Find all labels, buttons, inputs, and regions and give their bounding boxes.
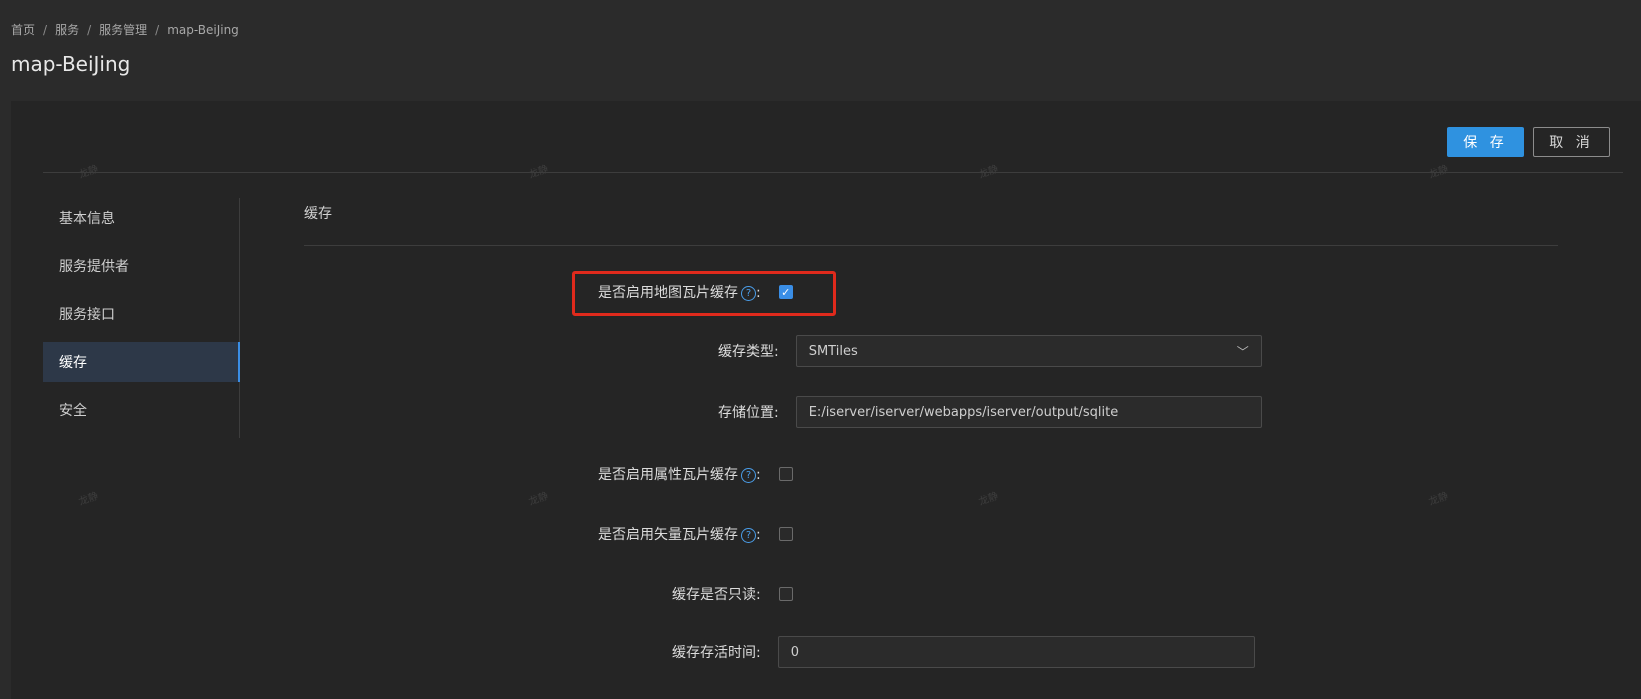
breadcrumb-separator: / bbox=[87, 22, 92, 37]
breadcrumb: 首页 / 服务 / 服务管理 / map-BeiJing bbox=[11, 21, 239, 38]
form-row-cache-type: 缓存类型: SMTiles ﹀ bbox=[718, 335, 1262, 367]
cache-ttl-label: 缓存存活时间: bbox=[672, 645, 761, 661]
section-divider bbox=[304, 245, 1558, 246]
sidebar-item-service-provider[interactable]: 服务提供者 bbox=[43, 246, 239, 286]
breadcrumb-services[interactable]: 服务 bbox=[55, 21, 79, 38]
save-button[interactable]: 保 存 bbox=[1447, 127, 1524, 157]
sidebar-item-security[interactable]: 安全 bbox=[43, 390, 239, 430]
cache-type-select[interactable]: SMTiles ﹀ bbox=[795, 335, 1262, 367]
form-row-vector-tile-cache: 是否启用矢量瓦片缓存?: bbox=[598, 524, 793, 544]
storage-location-input[interactable]: E:/iserver/iserver/webapps/iserver/outpu… bbox=[795, 396, 1262, 428]
sidebar-item-service-interface[interactable]: 服务接口 bbox=[43, 294, 239, 334]
cancel-button[interactable]: 取 消 bbox=[1533, 127, 1610, 157]
section-title: 缓存 bbox=[304, 206, 332, 222]
cache-readonly-checkbox[interactable] bbox=[778, 587, 793, 601]
vector-tile-cache-checkbox[interactable] bbox=[778, 527, 793, 541]
divider bbox=[43, 172, 1623, 173]
sidebar-item-basic-info[interactable]: 基本信息 bbox=[43, 198, 239, 238]
vector-tile-cache-label: 是否启用矢量瓦片缓存?: bbox=[598, 527, 761, 543]
question-circle-icon[interactable]: ? bbox=[741, 527, 756, 543]
chevron-down-icon: ﹀ bbox=[1236, 345, 1249, 359]
cache-type-label: 缓存类型: bbox=[718, 344, 779, 360]
breadcrumb-service-management[interactable]: 服务管理 bbox=[99, 21, 147, 38]
form-row-attribute-tile-cache: 是否启用属性瓦片缓存?: bbox=[598, 464, 793, 484]
cache-ttl-input[interactable]: 0 bbox=[777, 636, 1255, 668]
breadcrumb-home[interactable]: 首页 bbox=[11, 21, 35, 38]
form-row-cache-readonly: 缓存是否只读: bbox=[672, 584, 793, 604]
storage-location-label: 存储位置: bbox=[718, 405, 779, 421]
highlight-annotation bbox=[572, 271, 836, 316]
sidebar: 基本信息 服务提供者 服务接口 缓存 安全 bbox=[43, 198, 240, 438]
page-title: map-BeiJing bbox=[11, 52, 131, 76]
breadcrumb-current: map-BeiJing bbox=[167, 22, 239, 37]
breadcrumb-separator: / bbox=[43, 22, 48, 37]
attribute-tile-cache-checkbox[interactable] bbox=[778, 467, 793, 481]
cache-readonly-label: 缓存是否只读: bbox=[672, 587, 761, 603]
form-row-storage-location: 存储位置: E:/iserver/iserver/webapps/iserver… bbox=[718, 396, 1262, 428]
attribute-tile-cache-label: 是否启用属性瓦片缓存?: bbox=[598, 467, 761, 483]
sidebar-item-cache[interactable]: 缓存 bbox=[43, 342, 240, 382]
question-circle-icon[interactable]: ? bbox=[741, 467, 756, 483]
breadcrumb-separator: / bbox=[155, 22, 160, 37]
form-row-cache-ttl: 缓存存活时间: 0 bbox=[672, 636, 1255, 668]
